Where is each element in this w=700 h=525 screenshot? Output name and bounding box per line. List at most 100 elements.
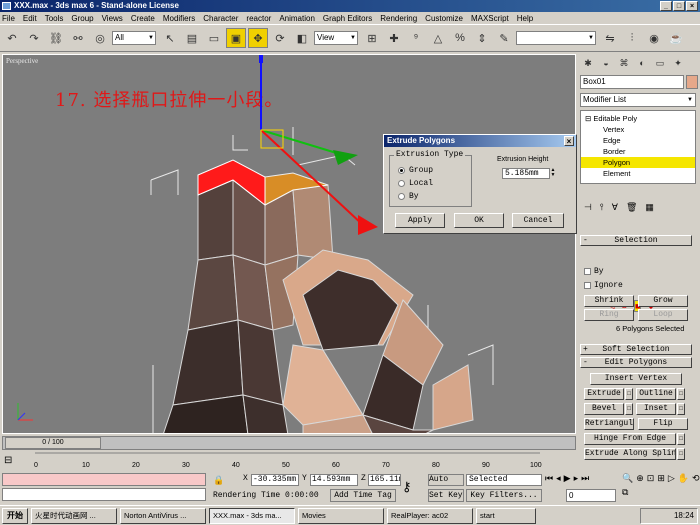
ok-button[interactable]: OK (454, 213, 504, 228)
hierarchy-tab-icon[interactable]: ⌘ (616, 56, 632, 70)
named-selection-icon[interactable]: ✎ (494, 28, 514, 48)
menu-views[interactable]: Views (102, 14, 123, 23)
flip-button[interactable]: Flip (638, 418, 688, 430)
menu-group[interactable]: Group (71, 14, 93, 23)
y-coordinate-field[interactable]: 14.593mm (310, 474, 358, 486)
bevel-settings-button[interactable]: □ (625, 403, 633, 415)
play-icon[interactable]: ▶ (564, 473, 571, 484)
snaps-toggle-icon[interactable]: ⁹ (406, 28, 426, 48)
spinner-arrows-icon[interactable]: ▲ ▼ (550, 168, 556, 179)
menu-maxscript[interactable]: MAXScript (471, 14, 509, 23)
maxscript-listener-mini[interactable] (2, 473, 206, 486)
zoom-extents-icon[interactable]: ⊡ (647, 473, 655, 484)
minimize-button[interactable]: _ (660, 1, 672, 11)
bevel-button[interactable]: Bevel (584, 403, 624, 415)
maximize-viewport-icon[interactable]: ⧉ (622, 487, 628, 498)
close-window-button[interactable]: × (686, 1, 698, 11)
inset-button[interactable]: Inset (636, 403, 676, 415)
object-color-swatch[interactable] (686, 75, 698, 89)
pivot-center-icon[interactable]: ⊞ (362, 28, 382, 48)
maximize-button[interactable]: □ (673, 1, 685, 11)
goto-start-icon[interactable]: ⏮ (545, 473, 553, 484)
unlink-icon[interactable]: ⚯ (68, 28, 88, 48)
configure-sets-icon[interactable]: ▦ (645, 202, 654, 216)
extrude-button[interactable]: Extrude (584, 388, 624, 400)
track-bar[interactable]: ⊟ 0 10 20 30 40 50 60 70 80 90 100 (0, 452, 576, 472)
make-unique-icon[interactable]: ∀ (612, 202, 618, 216)
set-key-button[interactable]: Set Key (428, 489, 464, 502)
pin-stack-icon[interactable]: ⊣ (584, 202, 592, 216)
link-icon[interactable]: ⛓ (46, 28, 66, 48)
named-selection-dropdown[interactable] (516, 31, 596, 45)
z-coordinate-field[interactable]: 165.11mm (368, 474, 401, 486)
goto-end-icon[interactable]: ⏭ (581, 473, 589, 484)
auto-key-button[interactable]: Auto Key (428, 474, 464, 486)
shrink-button[interactable]: Shrink (584, 295, 634, 307)
arc-rotate-icon[interactable]: ⟲ (692, 473, 700, 484)
add-time-tag-button[interactable]: Add Time Tag (330, 489, 396, 502)
inset-settings-button[interactable]: □ (677, 403, 685, 415)
menu-help[interactable]: Help (517, 14, 533, 23)
object-name-field[interactable]: Box01 (580, 75, 684, 89)
radio-by-polygon[interactable]: By (398, 192, 419, 201)
extrude-settings-button[interactable]: □ (625, 388, 633, 400)
menu-file[interactable]: File (2, 14, 15, 23)
create-tab-icon[interactable]: ✱ (580, 56, 596, 70)
spinner-snap-icon[interactable]: ⇕ (472, 28, 492, 48)
display-tab-icon[interactable]: ▭ (652, 56, 668, 70)
select-by-name-icon[interactable]: ▤ (182, 28, 202, 48)
outline-button[interactable]: Outline (636, 388, 676, 400)
x-coordinate-field[interactable]: -30.335mm (251, 474, 299, 486)
percent-snap-icon[interactable]: % (450, 28, 470, 48)
selection-filter-dropdown[interactable]: All (112, 31, 156, 45)
grow-button[interactable]: Grow (638, 295, 688, 307)
stack-item-polygon[interactable]: Polygon (581, 157, 695, 168)
stack-item-vertex[interactable]: Vertex (581, 124, 695, 135)
reference-coord-dropdown[interactable]: View (314, 31, 358, 45)
bind-space-warp-icon[interactable]: ◎ (90, 28, 110, 48)
menu-character[interactable]: Character (203, 14, 238, 23)
select-manipulate-icon[interactable]: ✚ (384, 28, 404, 48)
apply-button[interactable]: Apply (395, 213, 445, 228)
soft-selection-rollout-header[interactable]: + Soft Selection (580, 344, 692, 355)
by-vertex-checkbox[interactable]: By (584, 267, 604, 276)
start-button[interactable]: 开始 (2, 507, 28, 524)
menu-animation[interactable]: Animation (279, 14, 315, 23)
task-realplayer[interactable]: RealPlayer: ac02 (387, 507, 473, 524)
menu-edit[interactable]: Edit (23, 14, 37, 23)
fov-icon[interactable]: ▷ (668, 473, 675, 484)
menu-graph-editors[interactable]: Graph Editors (323, 14, 372, 23)
stack-item-edge[interactable]: Edge (581, 135, 695, 146)
mirror-icon[interactable]: ⇋ (600, 28, 620, 48)
ignore-backfacing-checkbox[interactable]: Ignore (584, 281, 623, 290)
utilities-tab-icon[interactable]: ✦ (670, 56, 686, 70)
outline-settings-button[interactable]: □ (677, 388, 685, 400)
extrude-spline-settings-button[interactable]: □ (677, 448, 685, 460)
key-set-dropdown[interactable]: Selected (466, 474, 542, 486)
extrusion-height-input[interactable]: 5.185mm (502, 168, 550, 179)
window-crossing-icon[interactable]: ▣ (226, 28, 246, 48)
edit-polygons-rollout-header[interactable]: - Edit Polygons (580, 357, 692, 368)
align-icon[interactable]: ⫶ (622, 28, 642, 48)
menu-create[interactable]: Create (131, 14, 155, 23)
retriangulate-button[interactable]: Retriangulate (584, 418, 634, 430)
time-slider[interactable]: 0 / 100 (5, 437, 101, 449)
zoom-all-icon[interactable]: ⊕ (636, 473, 644, 484)
ring-button[interactable]: Ring (584, 309, 634, 321)
stack-item-editable-poly[interactable]: ⊟ Editable Poly (581, 113, 695, 124)
key-filters-button[interactable]: Key Filters... (466, 489, 542, 502)
radio-local[interactable]: Local (398, 179, 433, 188)
radio-group[interactable]: Group (398, 166, 433, 175)
task-movies[interactable]: Movies (298, 507, 384, 524)
motion-tab-icon[interactable]: ◐ (634, 56, 650, 70)
zoom-extents-all-icon[interactable]: ⊞ (657, 473, 665, 484)
scale-icon[interactable]: ◧ (292, 28, 312, 48)
perspective-viewport[interactable]: Perspective 17. 选择瓶口拉伸一小段。 (2, 54, 576, 434)
selection-lock-icon[interactable]: 🔒 (213, 475, 224, 486)
modify-tab-icon[interactable]: ◒ (598, 56, 614, 70)
redo-icon[interactable]: ↷ (24, 28, 44, 48)
angle-snap-icon[interactable]: △ (428, 28, 448, 48)
undo-icon[interactable]: ↶ (2, 28, 22, 48)
key-mode-icon[interactable]: ⚷ (402, 479, 412, 495)
loop-button[interactable]: Loop (638, 309, 688, 321)
